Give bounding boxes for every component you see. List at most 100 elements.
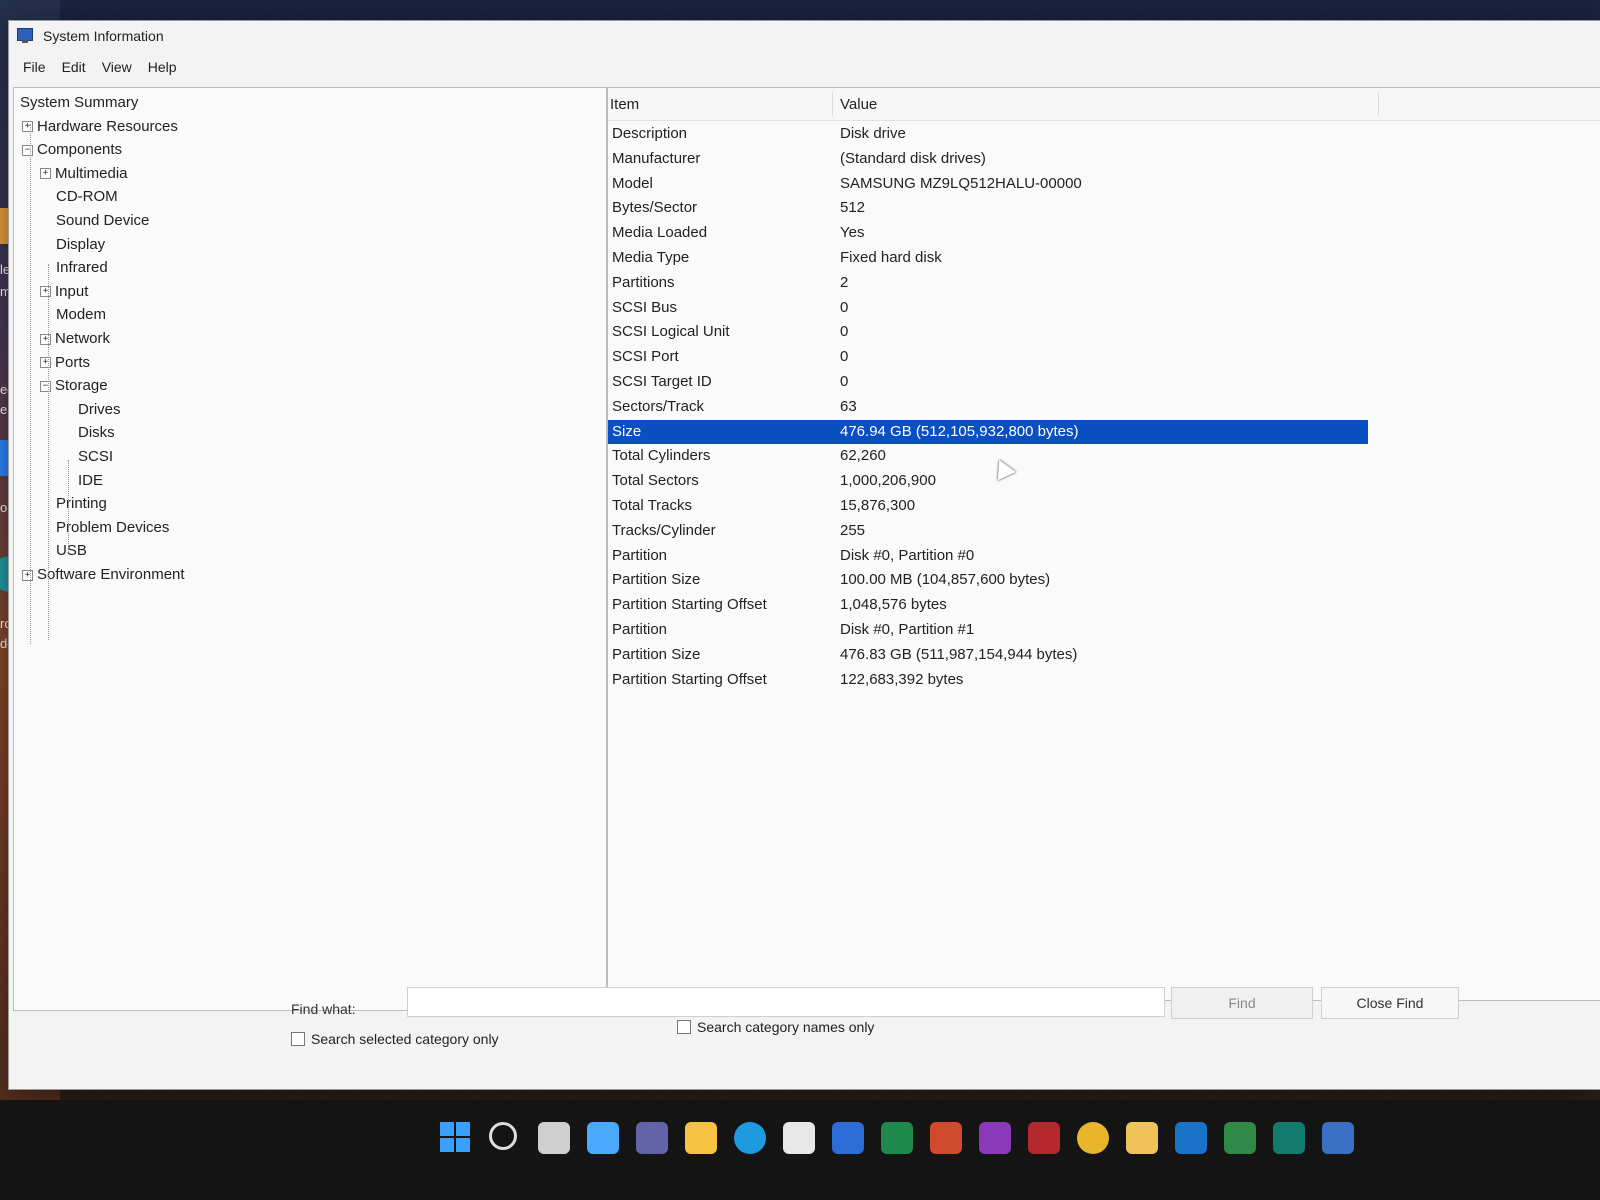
expand-icon[interactable]: + xyxy=(40,333,51,345)
detail-row[interactable]: SCSI Port 0 xyxy=(608,345,1368,370)
tree-item-infrared[interactable]: Infrared xyxy=(56,257,108,279)
detail-value: 0 xyxy=(840,298,849,316)
tree-item-label: IDE xyxy=(78,471,104,489)
project-icon[interactable] xyxy=(1224,1122,1256,1154)
excel-icon[interactable] xyxy=(881,1122,913,1154)
access-icon[interactable] xyxy=(1028,1122,1060,1154)
detail-row[interactable]: Partition Disk #0, Partition #0 xyxy=(608,544,1368,569)
start-icon[interactable] xyxy=(440,1122,472,1154)
details-pane[interactable]: Item Value Description Disk drive Manufact… xyxy=(607,87,1600,1001)
checkbox-box[interactable] xyxy=(291,1032,305,1046)
detail-row[interactable]: Manufacturer (Standard disk drives) xyxy=(608,147,1368,172)
expand-icon[interactable]: + xyxy=(40,286,51,298)
expand-icon[interactable]: + xyxy=(22,569,33,581)
edge-icon[interactable] xyxy=(734,1122,766,1154)
checkbox-box[interactable] xyxy=(677,1020,691,1034)
tree-item-scsi[interactable]: SCSI xyxy=(78,446,113,468)
onenote-icon[interactable] xyxy=(979,1122,1011,1154)
search-category-names-checkbox[interactable]: Search category names only xyxy=(677,1019,874,1035)
detail-row[interactable]: Total Tracks 15,876,300 xyxy=(608,494,1368,519)
tree-item-disks[interactable]: Disks xyxy=(78,422,115,444)
tree-item-hardware-resources[interactable]: + Hardware Resources xyxy=(22,116,178,138)
tree-item-printing[interactable]: Printing xyxy=(56,493,107,515)
tree-item-cd-rom[interactable]: CD-ROM xyxy=(56,186,118,208)
close-find-button[interactable]: Close Find xyxy=(1321,987,1459,1019)
collapse-icon[interactable]: − xyxy=(40,380,51,392)
expand-icon[interactable]: + xyxy=(40,357,51,369)
menu-view[interactable]: View xyxy=(94,59,140,75)
tree-item-components[interactable]: − Components xyxy=(22,139,122,161)
widgets-icon[interactable] xyxy=(587,1122,619,1154)
detail-row[interactable]: Partitions 2 xyxy=(608,271,1368,296)
tree-guide-line xyxy=(48,264,49,640)
tree-item-drives[interactable]: Drives xyxy=(78,399,121,421)
powerpoint-icon[interactable] xyxy=(930,1122,962,1154)
detail-row[interactable]: Partition Starting Offset 122,683,392 byt… xyxy=(608,668,1368,693)
tree-item-label: Storage xyxy=(55,377,108,395)
search-selected-category-checkbox[interactable]: Search selected category only xyxy=(291,1031,499,1047)
outlook-icon[interactable] xyxy=(1175,1122,1207,1154)
menu-edit[interactable]: Edit xyxy=(54,59,94,75)
title-bar[interactable]: System Information xyxy=(9,21,1600,51)
detail-item: Partition xyxy=(612,620,668,638)
detail-row[interactable]: Tracks/Cylinder 255 xyxy=(608,519,1368,544)
tree-item-label: Hardware Resources xyxy=(37,117,178,135)
detail-row[interactable]: Size 476.94 GB (512,105,932,800 bytes) xyxy=(608,419,1368,445)
detail-row[interactable]: Model SAMSUNG MZ9LQ512HALU-00000 xyxy=(608,172,1368,197)
detail-item: Manufacturer xyxy=(612,149,701,167)
word-icon[interactable] xyxy=(832,1122,864,1154)
tree-item-label: Ports xyxy=(55,353,91,371)
tree-item-system-summary[interactable]: System Summary xyxy=(20,92,138,114)
task-view-icon[interactable] xyxy=(538,1122,570,1154)
detail-row[interactable]: Partition Size 100.00 MB (104,857,600 byt… xyxy=(608,568,1368,593)
tree-item-multimedia[interactable]: + Multimedia xyxy=(40,163,128,185)
detail-item: Partition Size xyxy=(612,571,701,589)
expand-icon[interactable]: + xyxy=(22,121,33,133)
tree-item-software-environment[interactable]: + Software Environment xyxy=(22,564,185,586)
search-icon[interactable] xyxy=(489,1122,517,1150)
detail-row[interactable]: Description Disk drive xyxy=(608,122,1368,147)
tree-item-storage[interactable]: − Storage xyxy=(40,375,108,397)
detail-value: 0 xyxy=(840,323,849,341)
tree-item-label: Problem Devices xyxy=(56,518,170,536)
find-what-input[interactable] xyxy=(407,987,1165,1017)
column-divider[interactable] xyxy=(1378,92,1379,116)
detail-row[interactable]: SCSI Logical Unit 0 xyxy=(608,320,1368,345)
tree-item-network[interactable]: + Network xyxy=(40,328,110,350)
detail-row[interactable]: Total Sectors 1,000,206,900 xyxy=(608,469,1368,494)
detail-row[interactable]: SCSI Bus 0 xyxy=(608,296,1368,321)
column-divider[interactable] xyxy=(832,92,833,116)
detail-row[interactable]: Total Cylinders 62,260 xyxy=(608,444,1368,469)
detail-row[interactable]: Media Loaded Yes xyxy=(608,221,1368,246)
detail-row[interactable]: Partition Disk #0, Partition #1 xyxy=(608,618,1368,643)
column-header-value[interactable]: Value xyxy=(840,96,877,113)
collapse-icon[interactable]: − xyxy=(22,144,33,156)
menu-help[interactable]: Help xyxy=(140,59,185,75)
tree-item-display[interactable]: Display xyxy=(56,234,105,256)
file-explorer-icon[interactable] xyxy=(685,1122,717,1154)
menu-file[interactable]: File xyxy=(15,59,54,75)
store-icon[interactable] xyxy=(783,1122,815,1154)
detail-row[interactable]: Bytes/Sector 512 xyxy=(608,196,1368,221)
detail-value: 15,876,300 xyxy=(840,496,916,514)
detail-row[interactable]: Media Type Fixed hard disk xyxy=(608,246,1368,271)
tree-item-modem[interactable]: Modem xyxy=(56,304,106,326)
expand-icon[interactable]: + xyxy=(40,168,51,180)
files-icon[interactable] xyxy=(1126,1122,1158,1154)
tree-item-usb[interactable]: USB xyxy=(56,540,87,562)
detail-row[interactable]: Partition Starting Offset 1,048,576 bytes xyxy=(608,593,1368,618)
tree-item-ide[interactable]: IDE xyxy=(78,470,103,492)
detail-value: 1,000,206,900 xyxy=(840,472,936,490)
chrome-icon[interactable] xyxy=(1077,1122,1109,1154)
detail-row[interactable]: Partition Size 476.83 GB (511,987,154,944… xyxy=(608,643,1368,668)
teams-chat-icon[interactable] xyxy=(636,1122,668,1154)
tree-item-sound-device[interactable]: Sound Device xyxy=(56,210,149,232)
system-information-icon[interactable] xyxy=(1322,1122,1354,1154)
column-header-item[interactable]: Item xyxy=(610,96,639,113)
detail-row[interactable]: SCSI Target ID 0 xyxy=(608,370,1368,395)
category-tree[interactable]: System Summary + Hardware Resources − Compon… xyxy=(13,87,607,1011)
tree-item-problem-devices[interactable]: Problem Devices xyxy=(56,517,169,539)
find-button[interactable]: Find xyxy=(1171,987,1313,1019)
publisher-icon[interactable] xyxy=(1273,1122,1305,1154)
detail-row[interactable]: Sectors/Track 63 xyxy=(608,395,1368,420)
